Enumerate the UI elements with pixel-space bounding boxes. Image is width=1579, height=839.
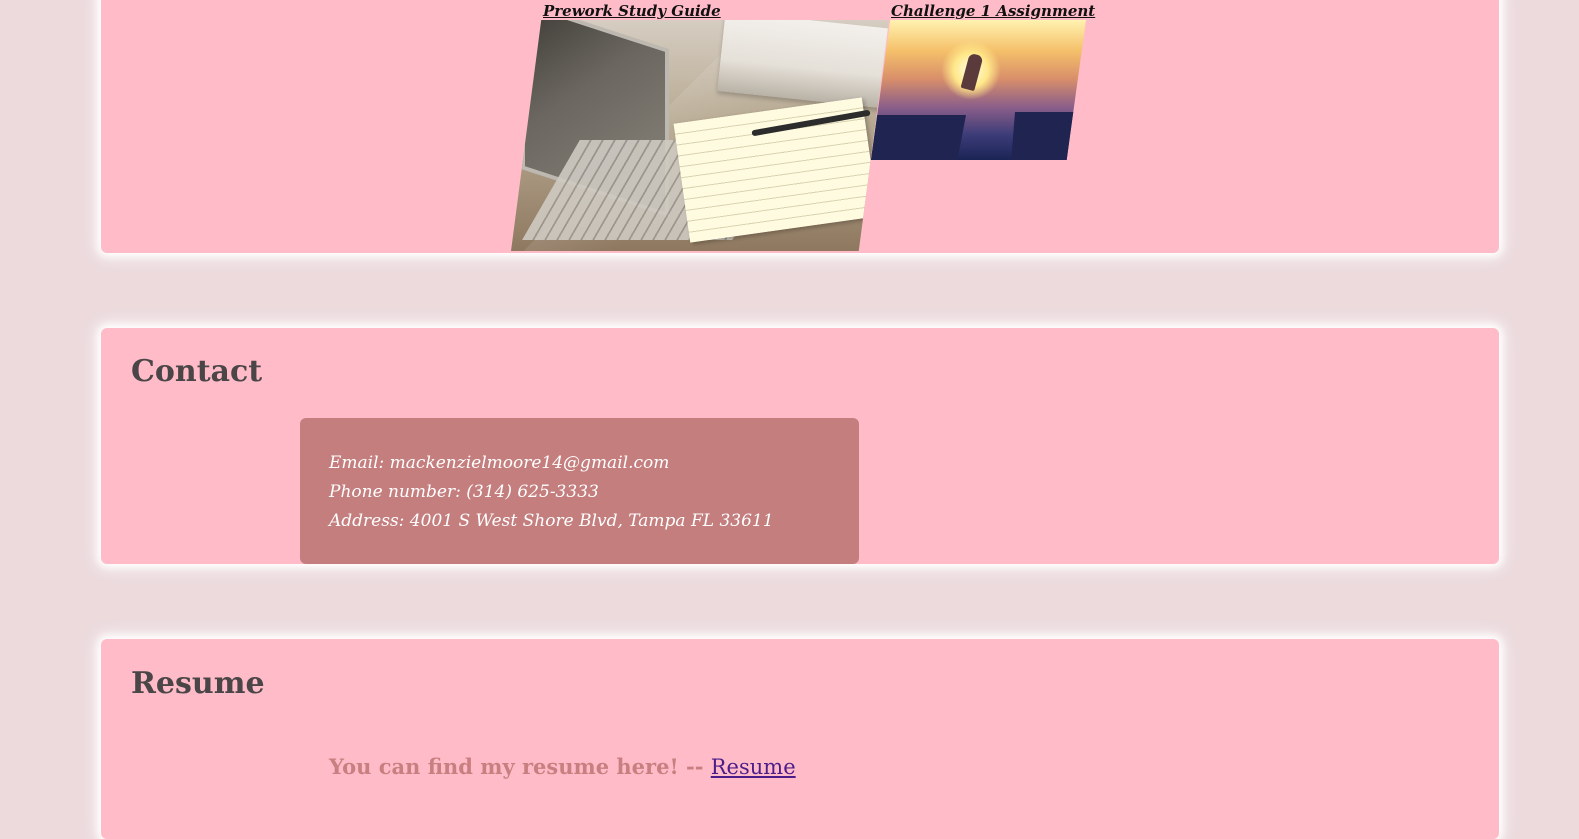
resume-text: You can find my resume here! -- xyxy=(329,754,704,779)
right-cliff-graphic xyxy=(1011,112,1086,160)
resume-link[interactable]: Resume xyxy=(711,755,796,779)
contact-email: Email: mackenzielmoore14@gmail.com xyxy=(329,453,670,473)
projects-section: Prework Study Guide Challenge 1 Assignme… xyxy=(101,0,1499,253)
contact-phone: Phone number: (314) 625-3333 xyxy=(329,482,599,502)
left-cliff-graphic xyxy=(871,115,966,160)
contact-heading: Contact xyxy=(131,354,263,389)
resume-section: Resume You can find my resume here! -- R… xyxy=(101,639,1499,839)
contact-section: Contact Email: mackenzielmoore14@gmail.c… xyxy=(101,328,1499,564)
resume-heading: Resume xyxy=(131,666,265,701)
prework-study-guide-link[interactable]: Prework Study Guide xyxy=(543,4,721,19)
book-stack-graphic xyxy=(717,20,889,109)
prework-study-guide-image[interactable] xyxy=(511,20,889,251)
resume-text-line: You can find my resume here! -- Resume xyxy=(329,754,796,779)
contact-address: Address: 4001 S West Shore Blvd, Tampa F… xyxy=(329,511,774,531)
challenge-1-assignment-link[interactable]: Challenge 1 Assignment xyxy=(891,4,1095,19)
contact-card: Email: mackenzielmoore14@gmail.com Phone… xyxy=(300,418,859,564)
challenge-1-assignment-image[interactable] xyxy=(871,20,1086,160)
